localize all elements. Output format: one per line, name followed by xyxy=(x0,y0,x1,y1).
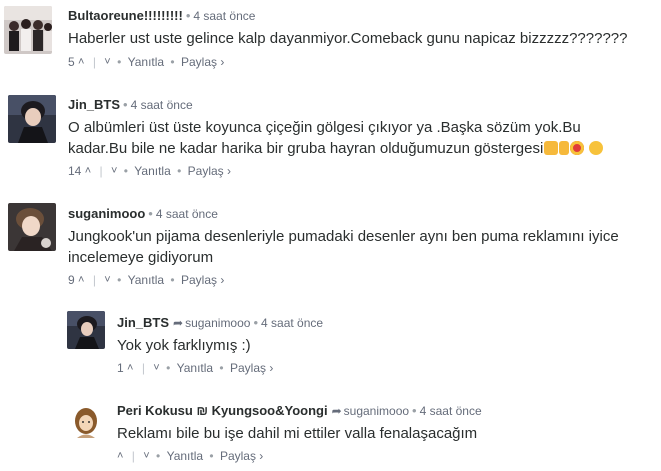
divider: | xyxy=(92,54,96,69)
avatar[interactable] xyxy=(4,6,52,54)
separator-dot: • xyxy=(219,360,224,375)
separator-dot: • xyxy=(170,272,175,287)
chevron-down-icon[interactable]: ˅ xyxy=(104,54,110,70)
separator-dot: • xyxy=(117,54,122,69)
chevron-down-icon[interactable]: ˅ xyxy=(153,360,159,376)
separator-dot: • xyxy=(123,163,128,178)
separator-dot: • xyxy=(209,448,214,463)
separator-dot: • xyxy=(166,360,171,375)
share-button[interactable]: Paylaş › xyxy=(220,448,263,464)
comment-time[interactable]: 4 saat önce xyxy=(420,404,482,418)
comment-author[interactable]: Jin_BTS xyxy=(68,97,120,112)
chevron-down-icon[interactable]: ˅ xyxy=(104,272,110,288)
comment-text: Haberler ust uste gelince kalp dayanmiyo… xyxy=(68,30,628,47)
comment-author[interactable]: Jin_BTS xyxy=(117,315,169,330)
reply-button[interactable]: Yanıtla xyxy=(128,272,164,288)
reply-to-user[interactable]: suganimooo xyxy=(185,316,250,330)
comment-time[interactable]: 4 saat önce xyxy=(193,9,255,23)
avatar[interactable] xyxy=(67,402,105,440)
emoji-group xyxy=(543,140,604,157)
chevron-down-icon[interactable]: ˅ xyxy=(111,163,117,179)
avatar[interactable] xyxy=(8,95,56,143)
separator-dot: • xyxy=(117,272,122,287)
divider: | xyxy=(131,448,135,463)
comment-time[interactable]: 4 saat önce xyxy=(261,316,323,330)
comment-time[interactable]: 4 saat önce xyxy=(156,207,218,221)
vote-count: 1 xyxy=(117,360,124,375)
reply-button[interactable]: Yanıtla xyxy=(177,360,213,376)
comment-text: O albümleri üst üste koyunca çiçeğin göl… xyxy=(68,119,581,157)
comment-text: Yok yok farklıymış :) xyxy=(117,337,251,354)
chevron-down-icon[interactable]: ˅ xyxy=(143,448,149,464)
reply-button[interactable]: Yanıtla xyxy=(167,448,203,464)
vote-count: 5 xyxy=(68,54,75,69)
avatar[interactable] xyxy=(8,203,56,251)
separator-dot: • xyxy=(177,163,182,178)
comment-body: O albümleri üst üste koyunca çiçeğin göl… xyxy=(68,117,641,159)
divider: | xyxy=(141,360,145,375)
separator-dot: • xyxy=(170,54,175,69)
chevron-up-icon[interactable]: ˄ xyxy=(78,54,84,70)
kissing-face-icon xyxy=(589,141,604,155)
comment-time[interactable]: 4 saat önce xyxy=(131,98,193,112)
reply-arrow-icon: ➦ xyxy=(173,316,184,330)
share-button[interactable]: Paylaş › xyxy=(181,54,224,70)
separator-dot: • xyxy=(253,315,259,330)
share-button[interactable]: Paylaş › xyxy=(181,272,224,288)
comment-text: Reklamı bile bu işe dahil mi ettiler val… xyxy=(117,425,478,442)
victory-hand-icon xyxy=(559,141,570,155)
comment-author[interactable]: Bultaoreune!!!!!!!!! xyxy=(68,8,183,23)
divider: | xyxy=(92,272,96,287)
comment-author[interactable]: suganimooo xyxy=(68,206,145,221)
divider: | xyxy=(99,163,103,178)
reply-arrow-icon: ➦ xyxy=(331,404,342,418)
separator-dot: • xyxy=(148,206,153,221)
thumbs-up-icon xyxy=(544,141,559,155)
chevron-up-icon[interactable]: ˄ xyxy=(127,360,133,376)
separator-dot: • xyxy=(123,97,128,112)
heart-eyes-icon xyxy=(570,141,585,155)
share-button[interactable]: Paylaş › xyxy=(230,360,273,376)
chevron-up-icon[interactable]: ˄ xyxy=(78,272,84,288)
reply-button[interactable]: Yanıtla xyxy=(128,54,164,70)
comment-text: Jungkook'un pijama desenleriyle pumadaki… xyxy=(68,228,619,266)
separator-dot: • xyxy=(185,8,191,23)
chevron-up-icon[interactable]: ˄ xyxy=(85,163,91,179)
vote-count: 9 xyxy=(68,272,75,287)
separator-dot: • xyxy=(156,448,161,463)
separator-dot: • xyxy=(412,403,417,418)
chevron-up-icon[interactable]: ˄ xyxy=(117,448,123,464)
vote-count: 14 xyxy=(68,163,82,178)
avatar[interactable] xyxy=(67,311,105,349)
comment-author[interactable]: Peri Kokusu ₪ Kyungsoo&Yoongi xyxy=(117,403,328,418)
reply-button[interactable]: Yanıtla xyxy=(134,163,170,179)
share-button[interactable]: Paylaş › xyxy=(188,163,231,179)
reply-to-user[interactable]: suganimooo xyxy=(344,404,409,418)
